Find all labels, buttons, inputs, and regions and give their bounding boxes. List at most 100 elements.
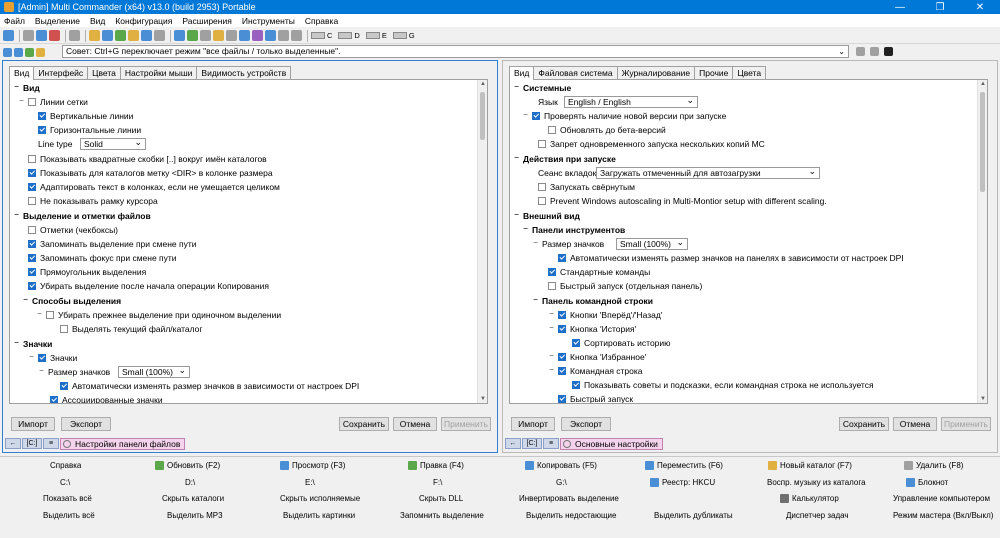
remember-selection-option[interactable]: Запоминать выделение при смене пути: [28, 237, 197, 250]
refresh-button[interactable]: Обновить (F2): [155, 459, 220, 472]
tab-file-panel-settings[interactable]: Настройки панели файлов: [60, 437, 186, 450]
checkbox[interactable]: [28, 253, 36, 262]
checkbox[interactable]: [558, 352, 566, 361]
collapse-icon[interactable]: −: [548, 310, 555, 318]
checkbox[interactable]: [28, 267, 36, 276]
back-icon[interactable]: [3, 47, 12, 57]
menu-file[interactable]: Файл: [4, 16, 25, 26]
registry-icon[interactable]: [239, 30, 250, 41]
remember-selection-button[interactable]: Запомнить выделение: [400, 509, 484, 522]
remember-focus-option[interactable]: Запоминать фокус при смене пути: [28, 251, 177, 264]
checkbox[interactable]: [548, 125, 556, 134]
menu-tools[interactable]: Инструменты: [242, 16, 295, 26]
checkbox[interactable]: [538, 196, 546, 205]
back-tab-button[interactable]: ←: [505, 438, 521, 449]
drive-d-command[interactable]: D:\: [185, 476, 195, 489]
close-button[interactable]: ✕: [960, 2, 1000, 13]
clear-selection-option[interactable]: Убирать выделение после начала операции …: [28, 279, 269, 292]
view-button[interactable]: Просмотр (F3): [280, 459, 345, 472]
invert-selection-button[interactable]: Инвертировать выделение: [519, 492, 619, 505]
prevent-autoscaling-option[interactable]: Prevent Windows autoscaling in Multi-Mon…: [538, 194, 827, 207]
single-selection-option[interactable]: − Убирать прежнее выделение при одиночном…: [36, 308, 281, 321]
select-pictures-button[interactable]: Выделить картинки: [283, 509, 355, 522]
hide-dll-button[interactable]: Скрыть DLL: [419, 492, 463, 505]
history-button-option[interactable]: − Кнопка 'История': [548, 322, 636, 335]
tab-view[interactable]: Вид: [9, 66, 35, 80]
scroll-down-icon[interactable]: ▼: [478, 396, 487, 402]
collapse-icon[interactable]: −: [38, 367, 45, 375]
compare-icon[interactable]: [141, 30, 152, 41]
collapse-icon[interactable]: −: [548, 366, 555, 374]
music-icon[interactable]: [187, 30, 198, 41]
delete-button[interactable]: Удалить (F8): [904, 459, 963, 472]
hide-cursor-frame-option[interactable]: Не показывать рамку курсора: [28, 194, 158, 207]
checkbox[interactable]: [558, 394, 566, 403]
drive-c-button[interactable]: C: [311, 31, 332, 40]
language-select[interactable]: English / English: [564, 95, 698, 108]
show-all-button[interactable]: Показать всё: [43, 492, 92, 505]
forward-icon[interactable]: [14, 47, 23, 57]
menu-extensions[interactable]: Расширения: [182, 16, 231, 26]
color-icon[interactable]: [252, 30, 263, 41]
favorites-button-option[interactable]: − Кнопка 'Избранное': [548, 350, 646, 363]
auto-dpi-option[interactable]: Автоматически изменять размер значков в …: [60, 379, 359, 392]
beta-updates-option[interactable]: Обновлять до бета-версий: [548, 123, 666, 136]
drive-tab-button[interactable]: [C:]: [522, 438, 542, 449]
collapse-icon[interactable]: −: [36, 310, 43, 318]
tab-device-visibility[interactable]: Видимость устройств: [196, 66, 292, 79]
task-manager-button[interactable]: Диспетчер задач: [786, 509, 849, 522]
drive-d-button[interactable]: D: [338, 31, 360, 40]
edit-icon[interactable]: [115, 30, 126, 41]
gridlines-option[interactable]: − Линии сетки: [18, 95, 88, 108]
line-type-select[interactable]: Solid: [80, 137, 146, 150]
layout-icon[interactable]: [69, 30, 80, 41]
drive-e-button[interactable]: E: [365, 31, 387, 40]
tab-mouse-settings[interactable]: Настройки мыши: [119, 66, 198, 79]
check-updates-option[interactable]: − Проверять наличие новой версии при запу…: [522, 109, 726, 122]
play-music-button[interactable]: Воспр. музыку из каталога: [767, 476, 866, 489]
help-button[interactable]: Справка: [50, 459, 81, 472]
back-tab-button[interactable]: ←: [5, 438, 21, 449]
cancel-button[interactable]: Отмена: [893, 417, 937, 431]
select-current-option[interactable]: Выделять текущий файл/каталог: [60, 322, 203, 335]
import-button[interactable]: Импорт: [511, 417, 555, 431]
tab-session-select[interactable]: Загружать отмеченный для автозагрузки: [596, 166, 820, 179]
standard-commands-option[interactable]: Стандартные команды: [548, 265, 650, 278]
search-icon[interactable]: [154, 30, 165, 41]
tab-general-settings[interactable]: Основные настройки: [560, 437, 663, 450]
drive-e-command[interactable]: E:\: [305, 476, 315, 489]
horizontal-lines-option[interactable]: Горизонтальные линии: [38, 123, 141, 136]
scrollbar-thumb[interactable]: [980, 92, 985, 192]
list-icon[interactable]: [870, 47, 879, 56]
minimize-button[interactable]: —: [880, 2, 920, 13]
icons-option[interactable]: − Значки: [28, 351, 77, 364]
associated-icons-option[interactable]: Ассоциированные значки: [50, 393, 163, 403]
import-button[interactable]: Импорт: [11, 417, 55, 431]
cancel-button[interactable]: Отмена: [393, 417, 437, 431]
collapse-icon[interactable]: −: [548, 352, 555, 360]
icon-size-select[interactable]: Small (100%): [118, 365, 190, 378]
chevron-down-icon[interactable]: ⌄: [838, 46, 845, 57]
apply-button[interactable]: Применить: [441, 417, 491, 431]
export-button[interactable]: Экспорт: [561, 417, 611, 431]
collapse-icon[interactable]: −: [513, 211, 520, 219]
checkbox[interactable]: [38, 353, 46, 362]
checkbox[interactable]: [28, 154, 36, 163]
menu-help[interactable]: Справка: [305, 16, 338, 26]
toolbar-auto-dpi-option[interactable]: Автоматически изменять размер значков на…: [558, 251, 904, 264]
quick-launch-panel-option[interactable]: Быстрый запуск (отдельная панель): [548, 279, 702, 292]
tab-interface[interactable]: Интерфейс: [33, 66, 89, 79]
select-mp3-button[interactable]: Выделить MP3: [167, 509, 223, 522]
checkbox[interactable]: [60, 324, 68, 333]
tab-misc[interactable]: Прочие: [694, 66, 734, 79]
checkbox[interactable]: [558, 366, 566, 375]
checkbox[interactable]: [28, 168, 36, 177]
checkboxes-option[interactable]: Отметки (чекбоксы): [28, 223, 118, 236]
move-button[interactable]: Переместить (F6): [645, 459, 723, 472]
quick-launch-option[interactable]: Быстрый запуск: [558, 392, 633, 403]
checkbox[interactable]: [28, 182, 36, 191]
command-line-input[interactable]: Совет: Ctrl+G переключает режим "все фай…: [62, 45, 849, 58]
collapse-icon[interactable]: −: [18, 97, 25, 105]
toolbar-icon-size-select[interactable]: Small (100%): [616, 237, 688, 250]
checkbox[interactable]: [38, 111, 46, 120]
